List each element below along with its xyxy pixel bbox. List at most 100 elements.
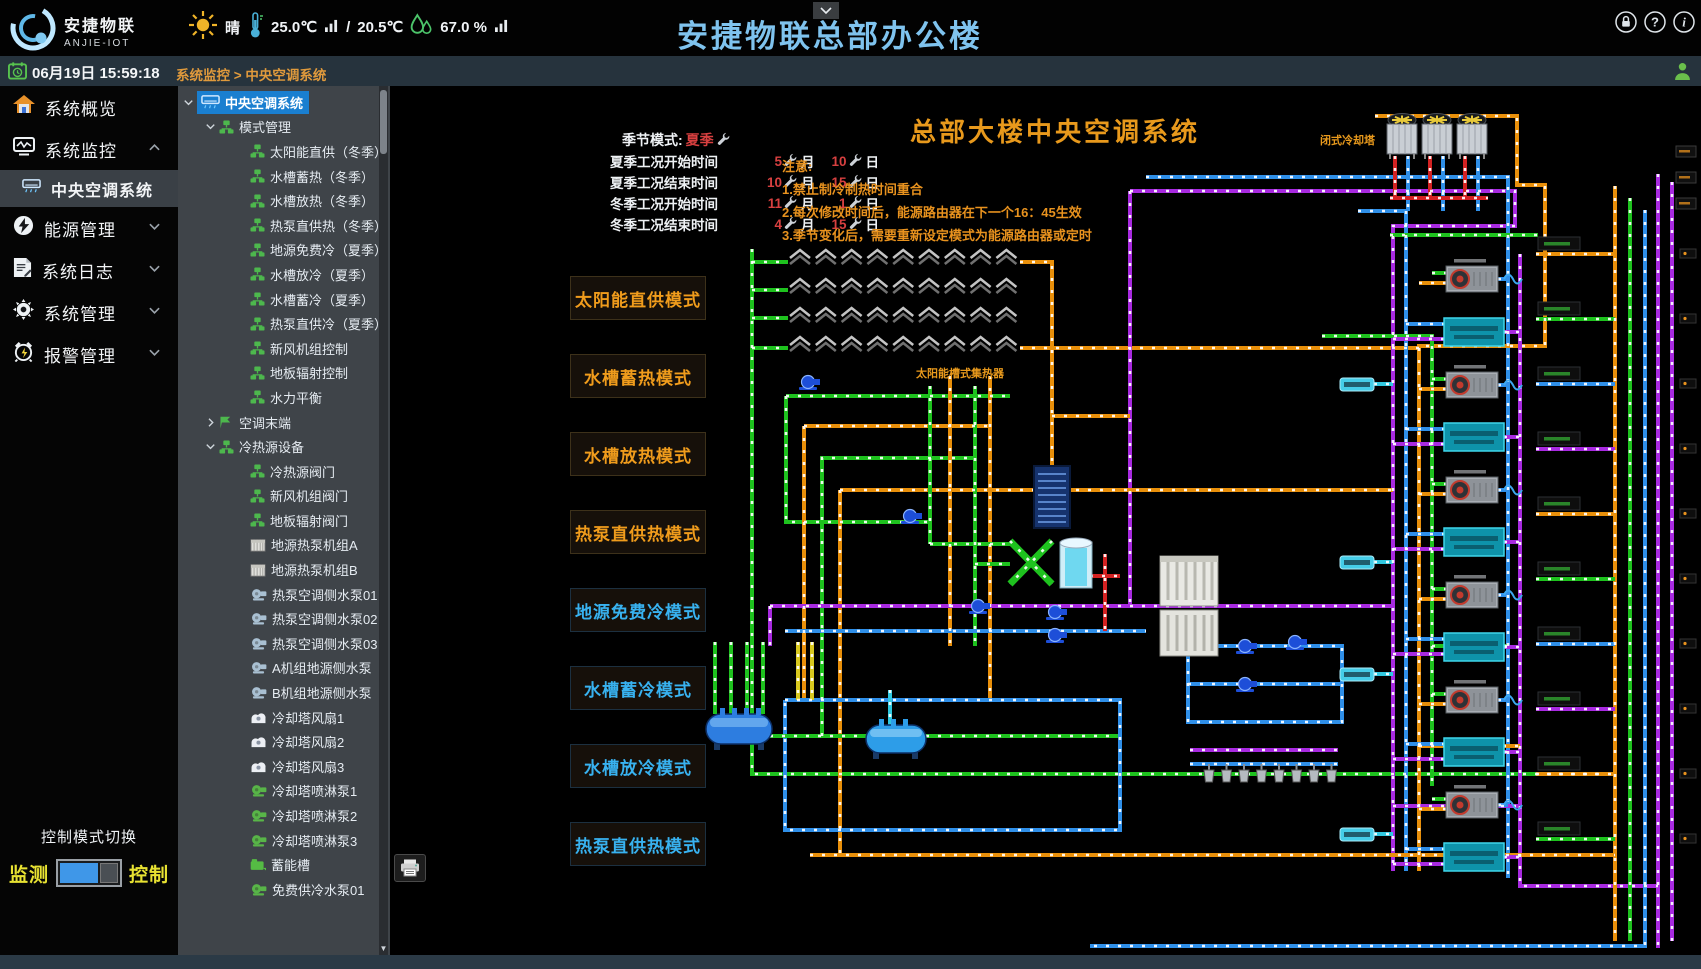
org-icon <box>250 341 265 355</box>
tree-item-0[interactable]: 中央空调系统 <box>178 90 390 115</box>
control-switch-title: 控制模式切换 <box>0 826 178 847</box>
scrollbar-thumb[interactable] <box>380 90 387 154</box>
pump-green-icon <box>250 883 267 896</box>
sidebar-item-2[interactable]: 中央空调系统 <box>0 170 178 207</box>
sidebar-item-6[interactable]: 报警管理 <box>0 333 178 375</box>
org-icon <box>219 440 234 454</box>
org-icon <box>250 317 265 331</box>
tree-item-19[interactable]: 地源热泵机组B <box>178 557 390 582</box>
help-icon[interactable]: ? <box>1644 11 1666 38</box>
tree-item-2[interactable]: 太阳能直供（冬季） <box>178 139 390 164</box>
machine-icon <box>250 563 266 577</box>
chevron-up-icon <box>149 140 160 158</box>
chevron-down-icon <box>149 219 160 237</box>
tree-item-27[interactable]: 冷却塔风扇3 <box>178 754 390 779</box>
heat-pump-unit-b <box>1160 610 1218 656</box>
cyan-status-button[interactable] <box>1340 668 1374 681</box>
chevron-down-icon <box>149 303 160 321</box>
user-icon[interactable] <box>1674 62 1691 85</box>
sidebar-item-3[interactable]: 能源管理 <box>0 207 178 249</box>
control-label: 控制 <box>129 860 169 887</box>
tree-item-5[interactable]: 热泵直供热（冬季） <box>178 213 390 238</box>
tree-item-11[interactable]: 地板辐射控制 <box>178 361 390 386</box>
chevron-down-icon[interactable] <box>184 98 193 107</box>
mode-button-5[interactable]: 水槽蓄冷模式 <box>570 666 706 710</box>
tree-item-31[interactable]: 蓄能槽 <box>178 852 390 877</box>
chevron-down-icon <box>149 261 160 279</box>
device-tree-panel: 中央空调系统模式管理太阳能直供（冬季）水槽蓄热（冬季）水槽放热（冬季）热泵直供热… <box>178 86 390 955</box>
sidebar-item-1[interactable]: 系统监控 <box>0 128 178 170</box>
cyan-status-button[interactable] <box>1340 378 1374 391</box>
tree-item-10[interactable]: 新风机组控制 <box>178 336 390 361</box>
tree-item-28[interactable]: 冷却塔喷淋泵1 <box>178 779 390 804</box>
tree-item-32[interactable]: 免费供冷水泵01 <box>178 877 390 902</box>
tree-item-9[interactable]: 热泵直供冷（夏季） <box>178 311 390 336</box>
gear-icon <box>13 299 34 325</box>
humidity-value: 67.0 % <box>440 19 487 36</box>
chevron-right-icon[interactable] <box>206 418 215 427</box>
lock-icon[interactable] <box>1615 11 1637 38</box>
tree-item-3[interactable]: 水槽蓄热（冬季） <box>178 164 390 189</box>
humidity-icon <box>410 13 433 42</box>
tree-item-12[interactable]: 水力平衡 <box>178 385 390 410</box>
tree-item-15[interactable]: 冷热源阀门 <box>178 459 390 484</box>
print-button[interactable] <box>394 854 426 882</box>
tree-item-17[interactable]: 地板辐射阀门 <box>178 508 390 533</box>
tree-item-24[interactable]: B机组地源侧水泵 <box>178 680 390 705</box>
tree-item-29[interactable]: 冷却塔喷淋泵2 <box>178 803 390 828</box>
breadcrumb[interactable]: 系统监控 > 中央空调系统 <box>176 64 326 84</box>
tree-item-26[interactable]: 冷却塔风扇2 <box>178 729 390 754</box>
fan-icon <box>250 711 267 724</box>
tree-item-13[interactable]: 空调末端 <box>178 410 390 435</box>
mode-button-1[interactable]: 水槽蓄热模式 <box>570 354 706 398</box>
water-distributor-tank <box>706 708 772 750</box>
bottom-bar <box>0 955 1701 969</box>
tree-item-7[interactable]: 水槽放冷（夏季） <box>178 262 390 287</box>
notice-line: 2.每次修改时间后，能源路由器在下一个16：45生效 <box>782 202 1112 221</box>
tree-item-20[interactable]: 热泵空调侧水泵01 <box>178 582 390 607</box>
svg-text:?: ? <box>1651 15 1659 30</box>
tree-item-25[interactable]: 冷却塔风扇1 <box>178 705 390 730</box>
sidebar-item-0[interactable]: 系统概览 <box>0 86 178 128</box>
chevron-down-icon[interactable] <box>206 442 215 451</box>
closed-cooling-towers <box>1387 114 1487 160</box>
mode-button-7[interactable]: 热泵直供热模式 <box>570 822 706 866</box>
tree-item-4[interactable]: 水槽放热（冬季） <box>178 188 390 213</box>
tree-item-1[interactable]: 模式管理 <box>178 115 390 140</box>
chevron-down-icon[interactable] <box>206 122 215 131</box>
status-bar: 06月19日 15:59:18 系统监控 > 中央空调系统 <box>0 56 1701 86</box>
org-icon <box>250 464 265 478</box>
cyan-status-button[interactable] <box>1340 556 1374 569</box>
ac-icon <box>201 94 220 110</box>
sun-icon <box>188 10 218 44</box>
pump-gray-icon <box>250 612 267 625</box>
tree-item-21[interactable]: 热泵空调侧水泵02 <box>178 606 390 631</box>
tree-scrollbar[interactable]: ▼ <box>379 86 388 955</box>
mode-button-4[interactable]: 地源免费冷模式 <box>570 588 706 632</box>
tree-item-6[interactable]: 地源免费冷（夏季） <box>178 238 390 263</box>
monitor-control-toggle[interactable] <box>56 859 122 887</box>
wrench-icon[interactable] <box>717 132 730 148</box>
corner-tags <box>1676 146 1696 209</box>
tree-item-14[interactable]: 冷热源设备 <box>178 434 390 459</box>
tree-item-23[interactable]: A机组地源侧水泵 <box>178 656 390 681</box>
tree-item-8[interactable]: 水槽蓄冷（夏季） <box>178 287 390 312</box>
tree-item-16[interactable]: 新风机组阀门 <box>178 484 390 509</box>
tree-item-30[interactable]: 冷却塔喷淋泵3 <box>178 828 390 853</box>
tree-item-18[interactable]: 地源热泵机组A <box>178 533 390 558</box>
cyan-status-button[interactable] <box>1340 828 1374 841</box>
mode-button-2[interactable]: 水槽放热模式 <box>570 432 706 476</box>
sidebar-item-4[interactable]: 系统日志 <box>0 249 178 291</box>
info-icon[interactable]: i <box>1673 11 1695 38</box>
signal-icon <box>324 19 339 36</box>
mode-button-3[interactable]: 热泵直供热模式 <box>570 510 706 554</box>
mode-button-0[interactable]: 太阳能直供模式 <box>570 276 706 320</box>
svg-text:i: i <box>1682 15 1686 30</box>
weather-condition: 晴 <box>225 17 240 38</box>
mode-button-6[interactable]: 水槽放冷模式 <box>570 744 706 788</box>
scrollbar-down-arrow[interactable]: ▼ <box>379 944 388 953</box>
sidebar-item-5[interactable]: 系统管理 <box>0 291 178 333</box>
pump-green-icon <box>250 809 267 822</box>
season-mode-value: 夏季 <box>686 130 714 150</box>
tree-item-22[interactable]: 热泵空调侧水泵03 <box>178 631 390 656</box>
